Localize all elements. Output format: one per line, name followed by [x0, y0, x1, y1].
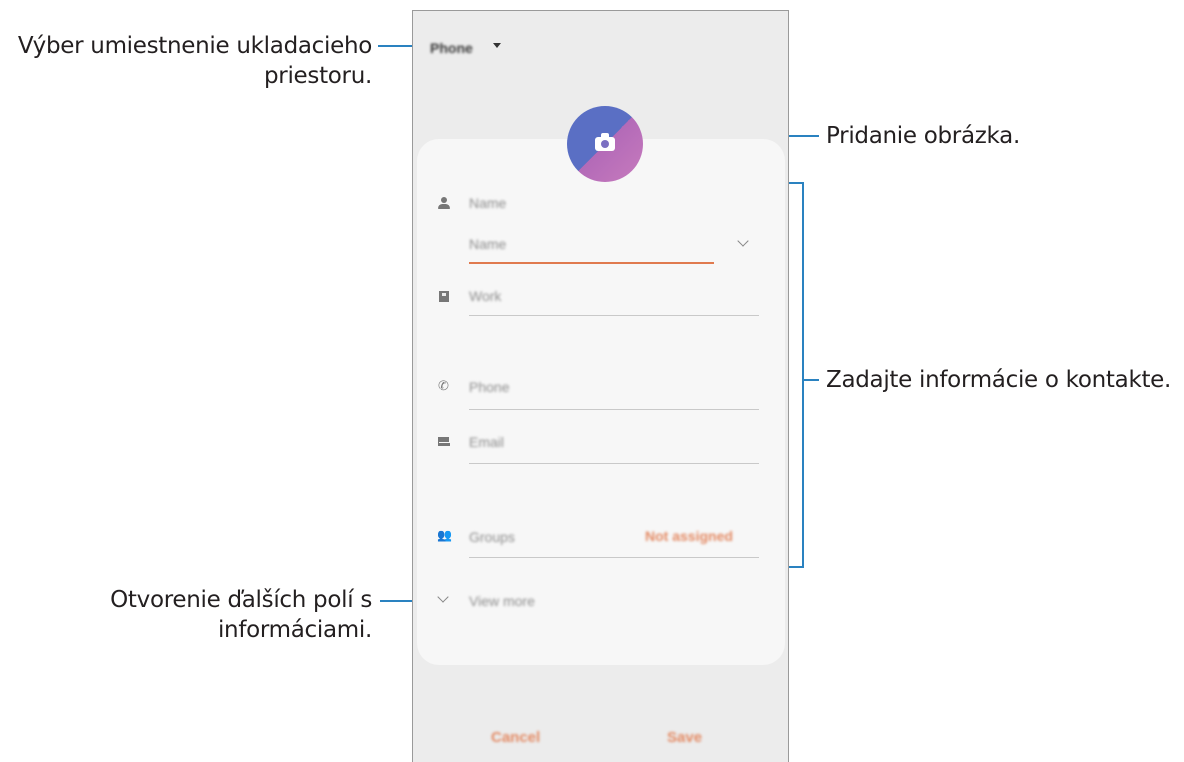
work-input[interactable]: Work — [469, 288, 501, 304]
cancel-button[interactable]: Cancel — [491, 729, 540, 746]
callout-view-more: Otvorenie ďalších polí s informáciami. — [0, 585, 372, 645]
callout-storage-line2: priestoru. — [263, 63, 372, 89]
name-input-underline — [469, 262, 714, 264]
group-icon: 👥 — [437, 528, 452, 542]
groups-label[interactable]: Groups — [469, 529, 515, 545]
callout-storage-line1: Výber umiestnenie ukladacieho — [17, 33, 372, 59]
camera-icon — [595, 133, 615, 151]
bracket-vertical — [802, 182, 804, 568]
name-header-label: Name — [469, 195, 507, 211]
callout-info: Zadajte informácie o kontakte. — [826, 367, 1172, 393]
phone-screen: Phone Name Name Work ✆ Phone Email 👥 Gro… — [412, 10, 789, 762]
work-underline — [469, 315, 759, 316]
person-icon — [438, 197, 450, 209]
email-input[interactable]: Email — [469, 434, 504, 450]
callout-storage: Výber umiestnenie ukladacieho priestoru. — [0, 31, 372, 91]
mail-icon — [438, 437, 450, 446]
building-icon — [439, 291, 449, 302]
view-more-button[interactable]: View more — [469, 593, 535, 609]
email-underline — [469, 463, 759, 464]
caret-down-icon[interactable] — [493, 43, 501, 48]
callout-view-more-line1: Otvorenie ďalších polí s — [110, 587, 372, 613]
callout-picture: Pridanie obrázka. — [826, 123, 1020, 149]
groups-value[interactable]: Not assigned — [645, 528, 733, 544]
phone-input[interactable]: Phone — [469, 379, 509, 395]
phone-underline — [469, 409, 759, 410]
add-picture-button[interactable] — [567, 106, 643, 182]
name-input[interactable]: Name — [469, 236, 506, 252]
groups-underline — [469, 557, 759, 558]
contact-form-card — [417, 139, 785, 665]
storage-selector-label[interactable]: Phone — [430, 40, 473, 56]
save-button[interactable]: Save — [667, 729, 702, 746]
callout-view-more-line2: informáciami. — [217, 617, 372, 643]
callout-info-line — [803, 379, 819, 381]
phone-icon: ✆ — [438, 378, 449, 393]
